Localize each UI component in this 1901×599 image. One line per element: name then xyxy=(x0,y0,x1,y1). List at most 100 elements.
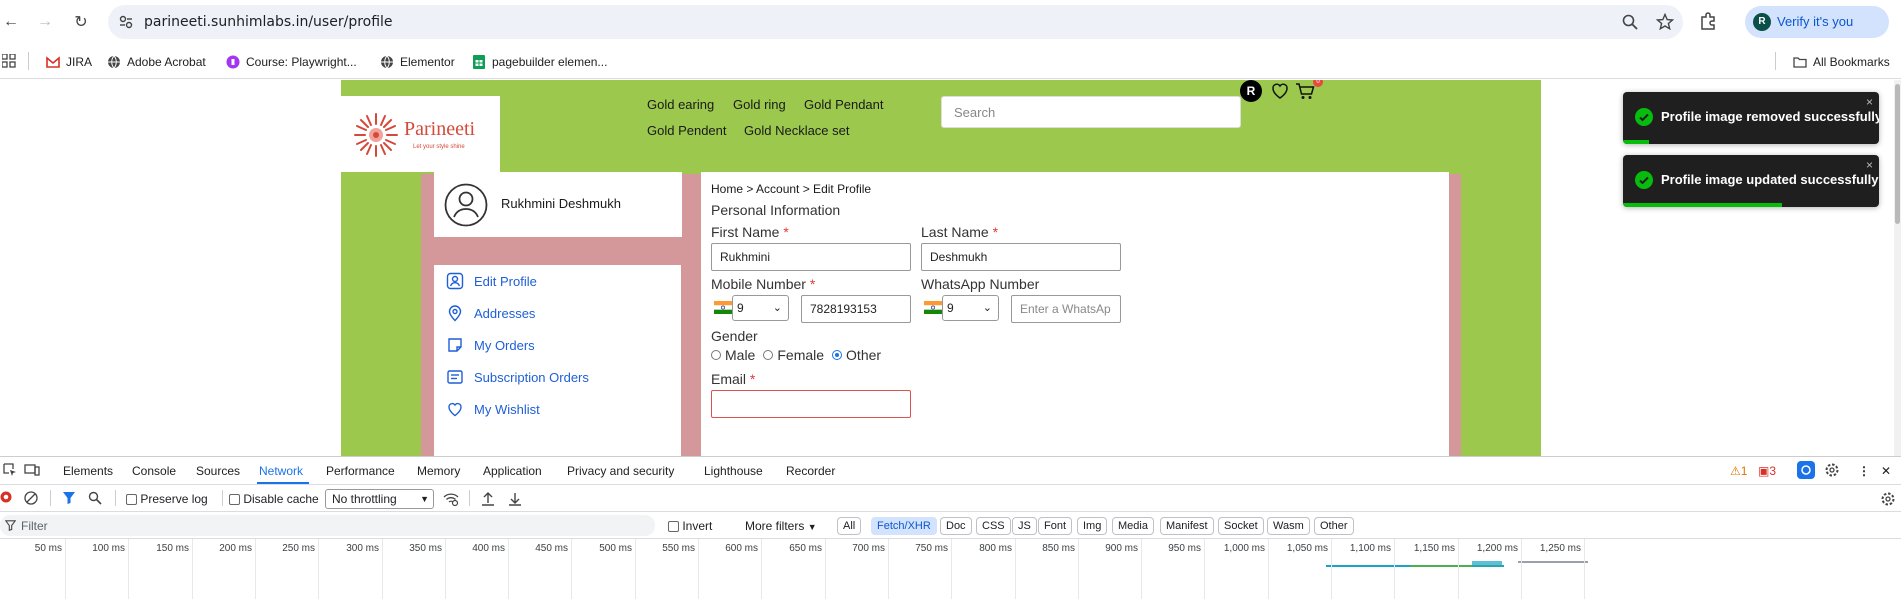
email-input[interactable] xyxy=(711,390,911,418)
gender-other-radio[interactable]: Other xyxy=(832,347,881,363)
menu-gold-pendant[interactable]: Gold Pendant xyxy=(804,97,884,112)
breadcrumb[interactable]: Home > Account > Edit Profile xyxy=(711,182,871,196)
record-stop-icon[interactable] xyxy=(0,491,12,503)
type-filter-css[interactable]: CSS xyxy=(976,517,1011,535)
close-icon[interactable]: × xyxy=(1866,95,1873,109)
timeline-tick-label: 250 ms xyxy=(282,543,315,554)
timeline-tick-label: 500 ms xyxy=(599,543,632,554)
filter-input[interactable]: Filter xyxy=(0,515,655,536)
scrollbar-thumb[interactable] xyxy=(1895,84,1900,224)
invert-checkbox[interactable]: Invert xyxy=(668,519,712,533)
sidebar-item-addresses[interactable]: Addresses xyxy=(446,303,535,323)
ai-assistance-icon[interactable] xyxy=(1797,461,1815,479)
sidebar-item-subscription-orders[interactable]: Subscription Orders xyxy=(446,367,589,387)
last-name-input[interactable]: Deshmukh xyxy=(921,243,1121,271)
verify-profile-button[interactable]: R Verify it's you xyxy=(1745,6,1889,38)
type-filter-js[interactable]: JS xyxy=(1012,517,1037,535)
sidebar-item-edit-profile[interactable]: Edit Profile xyxy=(446,271,537,291)
gender-female-radio[interactable]: Female xyxy=(763,347,824,363)
close-devtools-icon[interactable]: ✕ xyxy=(1881,464,1891,478)
settings-gear-icon[interactable] xyxy=(1824,462,1840,478)
more-options-icon[interactable]: ⋮ xyxy=(1858,464,1870,478)
apps-grid-icon[interactable] xyxy=(2,54,16,68)
all-bookmarks-button[interactable]: All Bookmarks xyxy=(1793,53,1890,71)
type-filter-all[interactable]: All xyxy=(837,517,862,535)
preserve-log-checkbox[interactable]: Preserve log xyxy=(126,492,208,506)
type-filter-manifest[interactable]: Manifest xyxy=(1160,517,1214,535)
radio-circle[interactable] xyxy=(711,350,721,360)
filter-funnel-icon[interactable] xyxy=(62,491,76,505)
throttling-select[interactable]: No throttling ▼ xyxy=(325,489,434,509)
tab-privacy-and-security[interactable]: Privacy and security xyxy=(567,464,674,478)
tab-elements[interactable]: Elements xyxy=(63,464,113,478)
export-har-icon[interactable] xyxy=(507,491,523,507)
tab-recorder[interactable]: Recorder xyxy=(786,464,835,478)
user-avatar[interactable]: R xyxy=(1240,80,1262,102)
bookmark-adobe-acrobat[interactable]: Adobe Acrobat xyxy=(107,53,206,71)
whatsapp-number-input[interactable]: Enter a WhatsAp xyxy=(1011,295,1121,323)
search-icon[interactable] xyxy=(88,491,102,505)
bookmark-course-playwright[interactable]: Course: Playwright... xyxy=(226,53,357,71)
menu-gold-ring[interactable]: Gold ring xyxy=(733,97,786,112)
bookmark-star-icon[interactable] xyxy=(1656,13,1674,31)
type-filter-img[interactable]: Img xyxy=(1077,517,1108,535)
tab-console[interactable]: Console xyxy=(132,464,176,478)
first-name-input[interactable]: Rukhmini xyxy=(711,243,911,271)
mobile-number-input[interactable]: 7828193153 xyxy=(801,295,911,323)
device-toolbar-icon[interactable] xyxy=(24,462,40,478)
tab-performance[interactable]: Performance xyxy=(326,464,395,478)
tab-sources[interactable]: Sources xyxy=(196,464,240,478)
network-settings-gear-icon[interactable] xyxy=(1880,491,1896,507)
menu-gold-earing[interactable]: Gold earing xyxy=(647,97,714,112)
gender-male-radio[interactable]: Male xyxy=(711,347,755,363)
zoom-icon[interactable] xyxy=(1621,13,1639,31)
bookmark-jira[interactable]: JIRA xyxy=(46,53,92,71)
clear-icon[interactable] xyxy=(24,491,38,505)
sidebar-item-my-wishlist[interactable]: My Wishlist xyxy=(446,399,540,419)
menu-gold-pendent[interactable]: Gold Pendent xyxy=(647,123,727,138)
site-logo[interactable]: Parineeti Let your style shine xyxy=(341,96,500,172)
cart-icon[interactable] xyxy=(1295,81,1315,101)
more-filters-dropdown[interactable]: More filters ▼ xyxy=(745,519,817,533)
network-conditions-icon[interactable] xyxy=(443,491,459,507)
timeline-tick-label: 1,000 ms xyxy=(1223,543,1265,554)
network-overview-timeline[interactable]: 50 ms 100 ms 150 ms 200 ms 250 ms 300 ms 350 m… xyxy=(0,539,1901,599)
forward-arrow-icon[interactable]: → xyxy=(34,11,56,33)
bookmark-pagebuilder[interactable]: pagebuilder elemen... xyxy=(472,53,607,71)
type-filter-doc[interactable]: Doc xyxy=(940,517,972,535)
disable-cache-checkbox[interactable]: Disable cache xyxy=(229,492,319,506)
page-scrollbar[interactable] xyxy=(1894,80,1901,456)
type-filter-socket[interactable]: Socket xyxy=(1218,517,1264,535)
reload-icon[interactable]: ↻ xyxy=(70,11,92,33)
type-filter-other[interactable]: Other xyxy=(1314,517,1354,535)
whatsapp-country-code-select[interactable]: 9 ⌄ xyxy=(942,295,999,321)
back-arrow-icon[interactable]: ← xyxy=(0,11,22,33)
address-bar[interactable]: parineeti.sunhimlabs.in/user/profile xyxy=(108,5,1683,39)
radio-circle-selected[interactable] xyxy=(832,350,843,360)
type-filter-wasm[interactable]: Wasm xyxy=(1267,517,1310,535)
close-icon[interactable]: × xyxy=(1866,158,1873,172)
tab-memory[interactable]: Memory xyxy=(417,464,460,478)
mobile-country-code-select[interactable]: 9 ⌄ xyxy=(732,295,789,321)
type-filter-font[interactable]: Font xyxy=(1038,517,1073,535)
import-har-icon[interactable] xyxy=(480,491,496,507)
site-settings-icon[interactable] xyxy=(118,14,134,30)
sidebar-item-my-orders[interactable]: My Orders xyxy=(446,335,535,355)
tab-network[interactable]: Network xyxy=(259,464,303,478)
warnings-count[interactable]: ⚠1 xyxy=(1730,464,1747,478)
heart-icon[interactable] xyxy=(1270,81,1290,101)
extensions-puzzle-icon[interactable] xyxy=(1698,11,1718,31)
type-filter-fetch-xhr[interactable]: Fetch/XHR xyxy=(871,517,937,535)
timeline-tick-label: 850 ms xyxy=(1042,543,1075,554)
inspect-element-icon[interactable] xyxy=(2,462,18,478)
errors-count[interactable]: ▣3 xyxy=(1758,464,1776,478)
bookmark-elementor[interactable]: Elementor xyxy=(380,53,455,71)
type-filter-media[interactable]: Media xyxy=(1112,517,1154,535)
search-input[interactable] xyxy=(941,96,1241,128)
request-bar-idle xyxy=(1518,561,1588,563)
menu-gold-necklace-set[interactable]: Gold Necklace set xyxy=(744,123,850,138)
tab-application[interactable]: Application xyxy=(483,464,542,478)
tab-lighthouse[interactable]: Lighthouse xyxy=(704,464,763,478)
radio-circle[interactable] xyxy=(763,350,774,360)
url-text[interactable]: parineeti.sunhimlabs.in/user/profile xyxy=(144,14,393,30)
